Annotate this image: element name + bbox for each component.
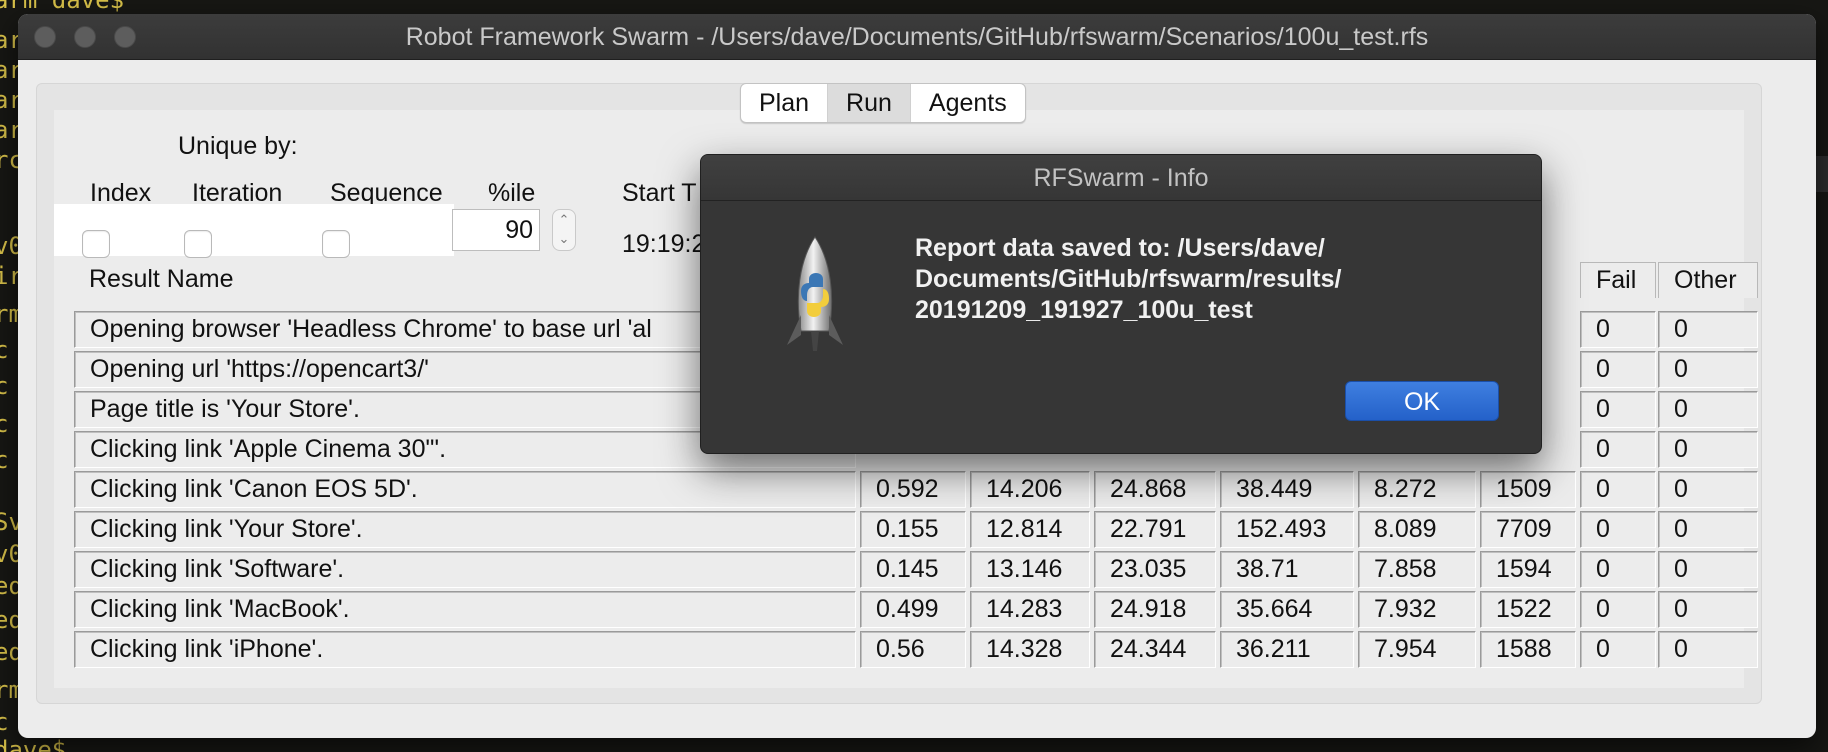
terminal-line: c bbox=[0, 446, 9, 474]
avg-cell: 14.206 bbox=[970, 471, 1090, 508]
fail-cell: 0 bbox=[1580, 471, 1656, 508]
fail-cell: 0 bbox=[1580, 551, 1656, 588]
fail-cell: 0 bbox=[1580, 511, 1656, 548]
dialog-message: Report data saved to: /Users/dave/ Docum… bbox=[915, 233, 1475, 326]
iteration-checkbox[interactable] bbox=[184, 230, 212, 258]
result-name-cell: Clicking link 'Software'. bbox=[74, 551, 856, 588]
percentile-label: %ile bbox=[488, 179, 536, 207]
min-cell: 0.56 bbox=[860, 631, 966, 668]
avg-cell: 14.283 bbox=[970, 591, 1090, 628]
unique-by-checkboxes bbox=[54, 204, 454, 256]
col-header-fail[interactable]: Fail bbox=[1580, 262, 1656, 298]
index-checkbox[interactable] bbox=[82, 230, 110, 258]
terminal-line: arm dave$ bbox=[0, 0, 125, 14]
terminal-line: c bbox=[0, 708, 9, 736]
start-time-label: Start T bbox=[622, 179, 697, 207]
other-cell: 0 bbox=[1658, 471, 1758, 508]
min-cell: 0.499 bbox=[860, 591, 966, 628]
max-cell: 35.664 bbox=[1220, 591, 1354, 628]
max-cell: 38.71 bbox=[1220, 551, 1354, 588]
tab-bar: Plan Run Agents bbox=[740, 83, 1026, 123]
tab-run[interactable]: Run bbox=[827, 84, 910, 122]
other-cell: 0 bbox=[1658, 551, 1758, 588]
pass-cell: 1509 bbox=[1480, 471, 1576, 508]
avg-cell: 12.814 bbox=[970, 511, 1090, 548]
max-cell: 152.493 bbox=[1220, 511, 1354, 548]
percentile-input[interactable] bbox=[452, 209, 540, 251]
pass-cell: 1522 bbox=[1480, 591, 1576, 628]
result-name-cell: Clicking link 'iPhone'. bbox=[74, 631, 856, 668]
terminal-line: dave$ bbox=[0, 736, 67, 752]
stdev-cell: 7.954 bbox=[1358, 631, 1476, 668]
terminal-line: c bbox=[0, 336, 9, 364]
sequence-checkbox[interactable] bbox=[322, 230, 350, 258]
stdev-cell: 8.272 bbox=[1358, 471, 1476, 508]
fail-cell: 0 bbox=[1580, 631, 1656, 668]
fail-cell: 0 bbox=[1580, 311, 1656, 348]
unique-by-label: Unique by: bbox=[178, 132, 298, 160]
stdev-cell: 7.932 bbox=[1358, 591, 1476, 628]
other-cell: 0 bbox=[1658, 351, 1758, 388]
percentile-stepper[interactable]: ⌃ ⌄ bbox=[552, 209, 576, 251]
other-cell: 0 bbox=[1658, 431, 1758, 468]
stepper-down-icon[interactable]: ⌄ bbox=[553, 232, 575, 246]
python-rocket-icon bbox=[787, 236, 843, 351]
col-header-other[interactable]: Other bbox=[1658, 262, 1758, 298]
dialog-message-line: 20191209_191927_100u_test bbox=[915, 296, 1253, 324]
other-cell: 0 bbox=[1658, 591, 1758, 628]
percentile-cell: 23.035 bbox=[1094, 551, 1216, 588]
pass-cell: 1594 bbox=[1480, 551, 1576, 588]
pass-cell: 1588 bbox=[1480, 631, 1576, 668]
other-cell: 0 bbox=[1658, 511, 1758, 548]
other-cell: 0 bbox=[1658, 391, 1758, 428]
window-title: Robot Framework Swarm - /Users/dave/Docu… bbox=[405, 23, 1429, 51]
dialog-message-line: Documents/GitHub/rfswarm/results/ bbox=[915, 265, 1342, 293]
result-name-cell: Clicking link 'Canon EOS 5D'. bbox=[74, 471, 856, 508]
dialog-titlebar[interactable]: RFSwarm - Info bbox=[701, 155, 1541, 201]
other-cell: 0 bbox=[1658, 631, 1758, 668]
fail-cell: 0 bbox=[1580, 431, 1656, 468]
fail-cell: 0 bbox=[1580, 391, 1656, 428]
tab-agents[interactable]: Agents bbox=[909, 84, 1025, 122]
info-dialog: RFSwarm - Info Report data saved to: /Us… bbox=[700, 154, 1542, 454]
ok-button[interactable]: OK bbox=[1345, 381, 1499, 421]
min-cell: 0.145 bbox=[860, 551, 966, 588]
terminal-line: c bbox=[0, 410, 9, 438]
result-name-cell: Clicking link 'MacBook'. bbox=[74, 591, 856, 628]
dialog-title: RFSwarm - Info bbox=[1033, 164, 1209, 192]
percentile-cell: 24.868 bbox=[1094, 471, 1216, 508]
percentile-cell: 24.918 bbox=[1094, 591, 1216, 628]
percentile-cell: 24.344 bbox=[1094, 631, 1216, 668]
min-cell: 0.592 bbox=[860, 471, 966, 508]
col-header-result-name[interactable]: Result Name bbox=[74, 262, 374, 298]
avg-cell: 13.146 bbox=[970, 551, 1090, 588]
min-cell: 0.155 bbox=[860, 511, 966, 548]
avg-cell: 14.328 bbox=[970, 631, 1090, 668]
fail-cell: 0 bbox=[1580, 591, 1656, 628]
window-titlebar[interactable]: Robot Framework Swarm - /Users/dave/Docu… bbox=[18, 14, 1816, 60]
percentile-cell: 22.791 bbox=[1094, 511, 1216, 548]
stdev-cell: 7.858 bbox=[1358, 551, 1476, 588]
dialog-message-line: Report data saved to: /Users/dave/ bbox=[915, 234, 1325, 262]
pass-cell: 7709 bbox=[1480, 511, 1576, 548]
tab-plan[interactable]: Plan bbox=[741, 84, 827, 122]
stepper-up-icon[interactable]: ⌃ bbox=[553, 213, 575, 227]
max-cell: 38.449 bbox=[1220, 471, 1354, 508]
fail-cell: 0 bbox=[1580, 351, 1656, 388]
terminal-divider bbox=[1815, 156, 1828, 192]
max-cell: 36.211 bbox=[1220, 631, 1354, 668]
terminal-line: c bbox=[0, 372, 9, 400]
other-cell: 0 bbox=[1658, 311, 1758, 348]
stdev-cell: 8.089 bbox=[1358, 511, 1476, 548]
result-name-cell: Clicking link 'Your Store'. bbox=[74, 511, 856, 548]
start-time-value: 19:19:2 bbox=[622, 230, 706, 258]
